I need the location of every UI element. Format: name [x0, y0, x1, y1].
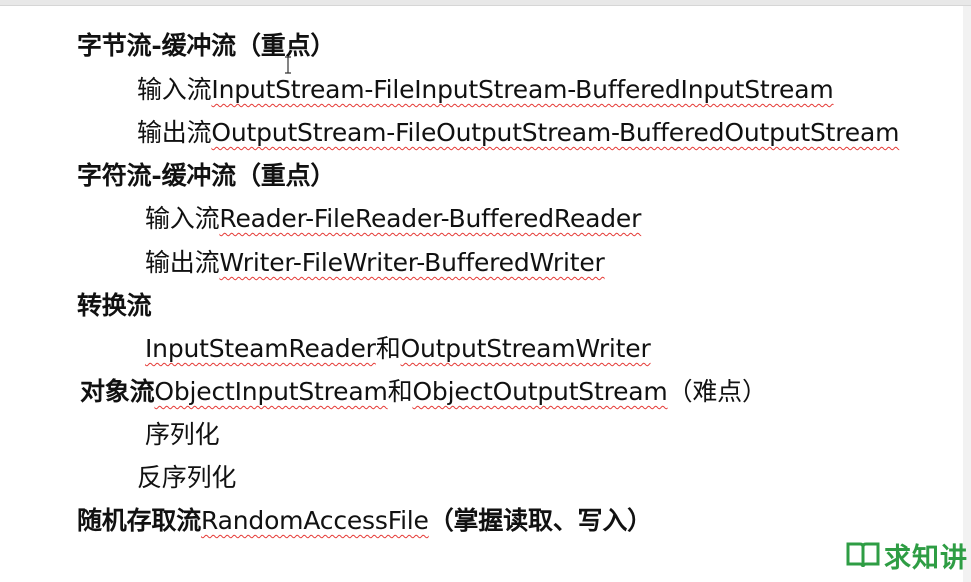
heading-text: 转换流	[77, 291, 152, 320]
heading-conversion-stream: 转换流	[77, 290, 152, 322]
char-output-stream-line: 输出流Writer-FileWriter-BufferedWriter	[145, 247, 605, 279]
heading-note: （难点）	[667, 377, 767, 406]
heading-object-stream: 对象流	[80, 377, 155, 406]
conversion-stream-line: InputSteamReader和OutputStreamWriter	[145, 333, 651, 365]
heading-random-access: 随机存取流	[77, 506, 202, 535]
window-top-bar	[0, 0, 971, 6]
conjunction: 和	[387, 377, 413, 406]
label-input-stream: 输入流	[145, 204, 220, 233]
label-deserialization: 反序列化	[137, 463, 237, 492]
serialization-line: 序列化	[145, 419, 220, 451]
char-input-stream-line: 输入流Reader-FileReader-BufferedReader	[145, 203, 641, 235]
heading-text: 字符流-缓冲流	[77, 161, 236, 190]
heading-note: （掌握读取、写入）	[428, 506, 652, 535]
class-chain-writer: Writer-FileWriter-BufferedWriter	[219, 248, 605, 277]
scrollbar-track[interactable]	[963, 6, 971, 582]
class-chain-output: OutputStream-FileOutputStream-BufferedOu…	[211, 118, 900, 147]
class-output-stream-writer: OutputStreamWriter	[400, 334, 651, 363]
watermark-logo: 求知讲	[846, 537, 968, 574]
heading-char-stream: 字符流-缓冲流（重点）	[77, 160, 335, 192]
random-access-line: 随机存取流RandomAccessFile（掌握读取、写入）	[77, 505, 652, 537]
text-cursor-icon	[285, 56, 291, 74]
class-chain-input: InputStream-FileInputStream-BufferedInpu…	[211, 75, 834, 104]
label-input-stream: 输入流	[137, 75, 212, 104]
heading-text: 字节流-缓冲流	[77, 31, 236, 60]
class-object-input-stream: ObjectInputStream	[154, 377, 388, 406]
label-output-stream: 输出流	[145, 248, 220, 277]
heading-note: （重点）	[235, 161, 336, 190]
conjunction: 和	[375, 334, 401, 363]
label-output-stream: 输出流	[137, 118, 212, 147]
class-input-stream-reader: InputSteamReader	[145, 334, 376, 363]
open-book-icon	[846, 542, 880, 568]
byte-output-stream-line: 输出流OutputStream-FileOutputStream-Buffere…	[137, 117, 899, 149]
deserialization-line: 反序列化	[137, 462, 236, 494]
heading-byte-stream: 字节流-缓冲流（重点）	[77, 30, 335, 62]
class-object-output-stream: ObjectOutputStream	[412, 377, 668, 406]
logo-text: 求知讲	[884, 542, 968, 574]
class-chain-reader: Reader-FileReader-BufferedReader	[219, 204, 642, 233]
label-serialization: 序列化	[145, 420, 220, 449]
byte-input-stream-line: 输入流InputStream-FileInputStream-BufferedI…	[137, 74, 834, 106]
object-stream-line: 对象流ObjectInputStream和ObjectOutputStream（…	[80, 376, 767, 408]
class-random-access-file: RandomAccessFile	[201, 506, 429, 535]
